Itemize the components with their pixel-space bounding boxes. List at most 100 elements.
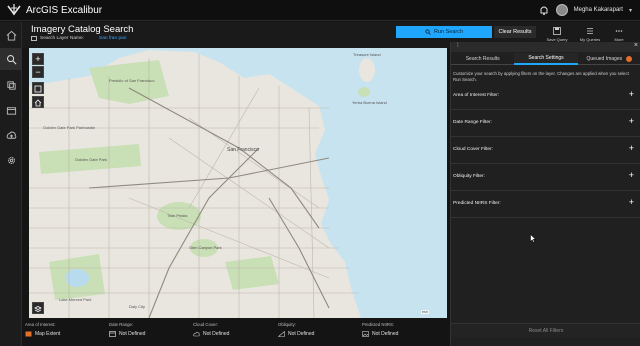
filter-date-range[interactable]: Date Range Filter: + bbox=[451, 110, 640, 137]
settings-description: Customize your search by applying filter… bbox=[453, 71, 629, 82]
filter-label: Cloud Cover Filter: bbox=[453, 147, 493, 152]
status-predicted-niirs[interactable]: Predicted NIIRS: Not Defined bbox=[362, 322, 398, 337]
status-label: Date Range: bbox=[109, 322, 134, 327]
obliquity-icon bbox=[278, 331, 285, 337]
cloud-icon bbox=[193, 331, 200, 337]
filter-area-of-interest[interactable]: Area of Interest Filter: + bbox=[451, 83, 640, 110]
search-layer-label: Search Layer Name: bbox=[40, 36, 84, 41]
plus-icon[interactable]: + bbox=[629, 116, 634, 126]
save-query-button[interactable]: Save Query bbox=[544, 24, 570, 44]
status-label: Predicted NIIRS: bbox=[362, 322, 395, 327]
map-label-twin-peaks: Twin Peaks bbox=[167, 213, 188, 218]
filter-obliquity[interactable]: Obliquity Filter: + bbox=[451, 164, 640, 191]
my-queries-button[interactable]: My Queries bbox=[577, 24, 603, 44]
status-cloud-cover[interactable]: Cloud Cover: Not Defined bbox=[193, 322, 229, 337]
calendar-icon bbox=[109, 331, 116, 337]
rail-settings[interactable] bbox=[0, 149, 22, 171]
page-title: Imagery Catalog Search bbox=[31, 24, 134, 35]
map-label-presidio: Presidio of San Francisco bbox=[109, 78, 155, 83]
more-icon bbox=[615, 29, 623, 32]
mouse-cursor-icon bbox=[530, 234, 536, 243]
layer-icon bbox=[31, 36, 37, 41]
save-icon bbox=[553, 26, 561, 35]
reset-all-filters-button[interactable]: Reset All Filters bbox=[451, 323, 640, 337]
status-obliquity[interactable]: Obliquity: Not Defined bbox=[278, 322, 314, 337]
image-icon bbox=[362, 331, 369, 337]
brand-name: ArcGIS Excalibur bbox=[26, 4, 103, 16]
map-label-golden-gate-park: Golden Gate Park bbox=[75, 157, 108, 162]
panel-tabs: Search Results Search Settings Queued Im… bbox=[451, 53, 640, 65]
status-value: Map Extent bbox=[35, 331, 61, 337]
filter-label: Area of Interest Filter: bbox=[453, 93, 500, 98]
layers-icon bbox=[6, 80, 16, 90]
home-extent-button[interactable] bbox=[32, 96, 44, 108]
more-button[interactable]: More bbox=[606, 24, 632, 44]
map-view[interactable]: Golden Gate Park Panhandle Golden Gate P… bbox=[29, 48, 447, 318]
user-name[interactable]: Megha Kakarapart bbox=[574, 7, 623, 13]
status-value: Not Defined bbox=[203, 331, 230, 337]
search-layer-name[interactable]: San fran pari bbox=[99, 36, 126, 41]
filter-label: Predicted NIIRS Filter: bbox=[453, 201, 501, 206]
status-date-range[interactable]: Date Range: Not Defined bbox=[109, 322, 145, 337]
rail-layers[interactable] bbox=[0, 74, 22, 96]
queue-badge bbox=[626, 55, 633, 62]
search-panel: ⁞ × Search Results Search Settings Queue… bbox=[450, 42, 640, 346]
zoom-in-button[interactable]: + bbox=[32, 53, 44, 65]
plus-icon[interactable]: + bbox=[629, 170, 634, 180]
settings-icon bbox=[7, 156, 15, 164]
basemap bbox=[29, 50, 375, 318]
status-label: Area of Interest: bbox=[25, 322, 56, 327]
yerba-buena-island bbox=[358, 87, 370, 97]
status-value: Not Defined bbox=[288, 331, 315, 337]
tab-queued-images[interactable]: Queued Images bbox=[577, 53, 640, 65]
map-label-daly-city: Daly City bbox=[129, 304, 146, 309]
queries-icon bbox=[587, 27, 593, 34]
rail-folder[interactable] bbox=[0, 99, 22, 121]
plus-icon[interactable]: + bbox=[629, 89, 634, 99]
search-icon bbox=[6, 54, 16, 64]
close-icon[interactable]: × bbox=[634, 42, 638, 49]
status-value: Not Defined bbox=[372, 331, 399, 337]
treasure-island bbox=[359, 58, 375, 82]
lake bbox=[65, 269, 89, 287]
plus-icon[interactable]: + bbox=[629, 197, 634, 207]
status-value: Not Defined bbox=[119, 331, 146, 337]
filter-cloud-cover[interactable]: Cloud Cover Filter: + bbox=[451, 137, 640, 164]
excalibur-logo-icon bbox=[7, 4, 21, 16]
drag-handle-icon[interactable]: ⁞ bbox=[457, 43, 459, 49]
tab-search-settings[interactable]: Search Settings bbox=[514, 53, 578, 65]
plus-icon[interactable]: + bbox=[629, 143, 634, 153]
tab-label: Search Settings bbox=[528, 55, 564, 61]
clear-results-button[interactable]: Clear Results bbox=[494, 26, 536, 38]
tab-label: Search Results bbox=[465, 55, 500, 62]
app-window: ArcGIS Excalibur Megha Kakarapart ▾ Imag… bbox=[0, 0, 640, 346]
rail-search[interactable] bbox=[0, 48, 22, 70]
top-bar: ArcGIS Excalibur Megha Kakarapart ▾ bbox=[0, 0, 640, 21]
avatar[interactable] bbox=[555, 4, 568, 16]
status-label: Obliquity: bbox=[278, 322, 296, 327]
map-label-san-francisco: San Francisco bbox=[227, 147, 259, 153]
run-search-label: Run Search bbox=[433, 29, 464, 35]
panel-header[interactable]: ⁞ × bbox=[451, 42, 640, 52]
basemap-toggle-button[interactable] bbox=[32, 302, 44, 314]
zoom-out-button[interactable]: − bbox=[32, 66, 44, 78]
filter-label: Date Range Filter: bbox=[453, 120, 492, 125]
filter-label: Obliquity Filter: bbox=[453, 174, 485, 179]
run-search-button[interactable]: Run Search bbox=[396, 26, 492, 38]
status-area-of-interest[interactable]: Area of Interest: Map Extent bbox=[25, 322, 60, 337]
map-attribution: esri bbox=[421, 310, 429, 314]
map-label-yerba-buena: Yerba Buena Island bbox=[352, 100, 387, 105]
my-queries-label: My Queries bbox=[579, 36, 601, 42]
bell-icon[interactable] bbox=[538, 4, 550, 16]
extent-icon bbox=[34, 85, 42, 93]
rail-upload[interactable] bbox=[0, 124, 22, 146]
map-label-lake-merced: Lake Merced Park bbox=[59, 297, 92, 302]
tab-search-results[interactable]: Search Results bbox=[451, 53, 515, 65]
draw-extent-button[interactable] bbox=[32, 82, 44, 94]
map-label-panhandle: Golden Gate Park Panhandle bbox=[43, 125, 96, 130]
chevron-down-icon[interactable]: ▾ bbox=[629, 7, 632, 14]
brand[interactable]: ArcGIS Excalibur bbox=[6, 2, 102, 18]
rail-home[interactable] bbox=[0, 24, 22, 46]
map-label-glen-canyon: Glen Canyon Park bbox=[189, 245, 222, 250]
filter-predicted-niirs[interactable]: Predicted NIIRS Filter: + bbox=[451, 191, 640, 218]
